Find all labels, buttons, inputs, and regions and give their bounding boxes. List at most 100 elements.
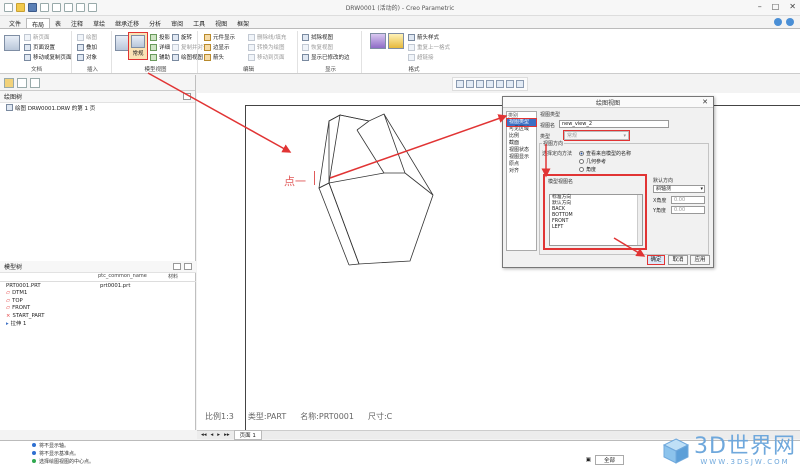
tree-settings-icon[interactable] [183, 93, 191, 100]
save-icon[interactable] [28, 3, 37, 12]
zoom-out-icon[interactable] [476, 80, 484, 88]
x-angle-input[interactable]: 0.00 [671, 196, 705, 204]
dialog-close-icon[interactable]: ✕ [702, 98, 708, 106]
minimize-icon[interactable]: – [758, 2, 762, 11]
scale-text: 比例1:3 [205, 412, 234, 421]
list-item[interactable]: LEFT [550, 225, 642, 231]
format-painter-button[interactable] [388, 33, 404, 50]
object-button[interactable]: 对象 [77, 53, 97, 61]
text-style-button[interactable] [370, 33, 386, 50]
refit-icon[interactable] [456, 80, 464, 88]
close-window-icon[interactable] [88, 3, 97, 12]
tree-row[interactable]: ▱ DTM1 [0, 290, 196, 298]
selection-filter[interactable]: 全部 [594, 455, 624, 465]
page-setup-button[interactable]: 页面设置 [24, 43, 55, 51]
next-sheet-icon[interactable]: ▸ [217, 432, 220, 438]
maximize-icon[interactable]: □ [772, 2, 780, 11]
radio-angles[interactable]: 角度 [579, 166, 596, 173]
new-icon[interactable] [4, 3, 13, 12]
drawing-view-button[interactable]: 绘图视图 [172, 53, 203, 61]
cancel-button[interactable]: 取消 [668, 255, 688, 265]
default-orientation-dropdown[interactable]: 斜轴测 ▾ [653, 185, 705, 193]
category-view-type[interactable]: 视图类型 [506, 118, 537, 127]
tab-view[interactable]: 视图 [210, 18, 232, 28]
category-section[interactable]: 截面 [507, 140, 536, 147]
collapse-ribbon-icon[interactable] [774, 18, 782, 26]
view-name-input[interactable]: new_view_2 [559, 120, 669, 128]
component-display-button[interactable]: 元件显示 [204, 33, 235, 41]
prev-sheet-icon[interactable]: ◂ [211, 432, 214, 438]
model-tree-settings-icon[interactable] [173, 263, 181, 270]
list-scrollbar[interactable] [637, 195, 642, 245]
repaint-icon[interactable] [486, 80, 494, 88]
radio-view-names[interactable]: 查看来自模型的名称 [579, 150, 631, 157]
repeat-last-format-button[interactable]: 重复上一格式 [408, 43, 450, 51]
tab-legacy-migration[interactable]: 继承迁移 [110, 18, 144, 28]
datum-display-icon[interactable] [506, 80, 514, 88]
revolved-button[interactable]: 旋转 [172, 33, 192, 41]
projection-button[interactable]: 投影 [150, 33, 170, 41]
tab-frame[interactable]: 框架 [232, 18, 254, 28]
category-view-display[interactable]: 视图显示 [507, 154, 536, 161]
tree-row[interactable]: ▸ 拉伸 1 [0, 320, 196, 327]
display-style-icon[interactable] [496, 80, 504, 88]
category-view-state[interactable]: 视图状态 [507, 147, 536, 154]
move-copy-page-button[interactable]: 移动或复制页面 [24, 53, 72, 61]
sheet-tab-1[interactable]: 页面 1 [233, 430, 262, 440]
tab-review[interactable]: 审阅 [166, 18, 188, 28]
category-alignment[interactable]: 对齐 [507, 168, 536, 175]
first-sheet-icon[interactable]: ◂◂ [201, 432, 207, 438]
new-page-button[interactable] [4, 35, 20, 52]
detailed-button[interactable]: 详细 [150, 43, 170, 51]
radio-geometry-refs[interactable]: 几何参考 [579, 158, 606, 165]
type-dropdown[interactable]: 常规 ▾ [563, 130, 630, 141]
move-to-sheet-button[interactable]: 移动到页面 [248, 53, 285, 61]
resume-view-button[interactable]: 恢复视图 [302, 43, 333, 51]
tab-annotate[interactable]: 注释 [66, 18, 88, 28]
regenerate-icon[interactable] [64, 3, 73, 12]
tab-analysis[interactable]: 分析 [144, 18, 166, 28]
tab-sketch[interactable]: 草绘 [88, 18, 110, 28]
tree-row[interactable]: ▱ TOP [0, 297, 196, 305]
open-icon[interactable] [16, 3, 25, 12]
new-page-item[interactable]: 新页面 [24, 33, 50, 41]
convert-to-draft-button[interactable]: 转换为绘图 [248, 43, 285, 51]
arrow-button[interactable]: 箭头 [204, 53, 224, 61]
annotation-display-icon[interactable] [516, 80, 524, 88]
tree-row[interactable]: ▱ FRONT [0, 305, 196, 313]
tab-table[interactable]: 表 [50, 18, 66, 28]
apply-button[interactable]: 应用 [690, 255, 710, 265]
model-tree-show-icon[interactable] [184, 263, 192, 270]
tab-tools[interactable]: 工具 [188, 18, 210, 28]
y-angle-input[interactable]: 0.00 [671, 206, 705, 214]
last-sheet-icon[interactable]: ▸▸ [224, 432, 230, 438]
arrow-style-button[interactable]: 箭头样式 [408, 33, 439, 41]
drawing-tree-tab[interactable] [4, 77, 14, 88]
ok-button[interactable]: 确定 [647, 255, 665, 265]
category-origin[interactable]: 原点 [507, 161, 536, 168]
favorites-tab[interactable] [30, 77, 40, 88]
folder-browser-tab[interactable] [17, 77, 27, 88]
tab-layout[interactable]: 布局 [26, 18, 51, 29]
general-view-button[interactable]: 常规 [128, 32, 148, 60]
help-icon[interactable] [786, 18, 794, 26]
category-visible-area[interactable]: 可见区域 [507, 126, 536, 133]
redo-icon[interactable] [52, 3, 61, 12]
tree-row[interactable]: PRT0001.PRT prt0001.prt [0, 282, 196, 290]
edge-display-button[interactable]: 边显示 [204, 43, 230, 51]
windows-icon[interactable] [76, 3, 85, 12]
drawing-button[interactable]: 绘图 [77, 33, 97, 41]
auxiliary-button[interactable]: 辅助 [150, 53, 170, 61]
close-icon[interactable]: ✕ [789, 2, 796, 11]
drawing-tree-item[interactable]: 绘图 DRW0001.DRW 的第 1 页 [0, 103, 195, 112]
category-scale[interactable]: 比例 [507, 133, 536, 140]
hatch-fill-button[interactable]: 删除线/填充 [248, 33, 286, 41]
show-modified-edges-button[interactable]: 显示已修改的边 [302, 53, 350, 61]
hyperlink-button[interactable]: 超链接 [408, 53, 434, 61]
overlay-button[interactable]: 叠加 [77, 43, 97, 51]
undo-icon[interactable] [40, 3, 49, 12]
tab-file[interactable]: 文件 [4, 18, 26, 28]
erase-view-button[interactable]: 拭除视图 [302, 33, 333, 41]
view-type-header: 视图类型 [540, 112, 561, 118]
zoom-in-icon[interactable] [466, 80, 474, 88]
